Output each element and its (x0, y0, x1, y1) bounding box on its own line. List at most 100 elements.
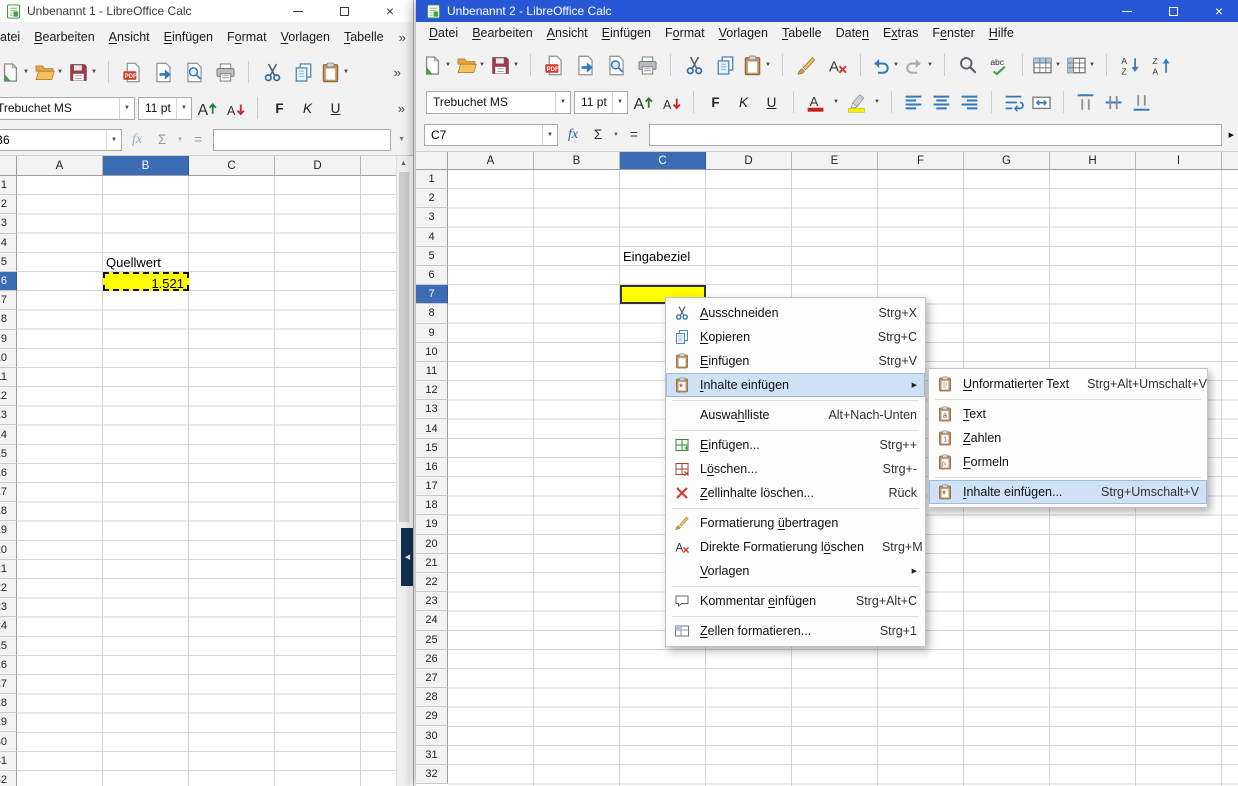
underline-button[interactable]: U (323, 95, 348, 121)
print-preview-button[interactable] (602, 50, 630, 80)
menu-item-loschen[interactable]: Löschen...Strg+- (666, 457, 925, 481)
underline-button[interactable]: U (759, 89, 784, 115)
menu-vorlagen[interactable]: Vorlagen (274, 27, 337, 47)
sort-ascending-button[interactable]: AZ (1116, 50, 1144, 80)
column-header-G[interactable]: G (964, 152, 1050, 170)
grow-font-button[interactable]: A (631, 89, 656, 115)
menu-item-auswahlliste[interactable]: AuswahllisteAlt+Nach-Unten (666, 403, 925, 427)
row-header-17[interactable]: 17 (416, 477, 448, 496)
row-header-2[interactable]: 2 (416, 189, 448, 208)
function-wizard-button[interactable]: fx (563, 127, 583, 143)
row-header-27[interactable]: 27 (416, 669, 448, 688)
menu-hilfe[interactable]: Hilfe (982, 23, 1021, 43)
shrink-font-button[interactable]: A (223, 95, 248, 121)
dropdown-arrow-icon[interactable]: ▼ (891, 62, 901, 68)
chevron-down-icon[interactable]: ▼ (176, 98, 191, 119)
row-header-20[interactable]: 20 (416, 535, 448, 554)
menu-item-einfugen[interactable]: EinfügenStrg+V (666, 349, 925, 373)
row-header-28[interactable]: 28 (416, 688, 448, 707)
row-header-13[interactable]: 13 (416, 400, 448, 419)
minimize-button[interactable] (1104, 0, 1150, 22)
formula-button[interactable]: = (188, 132, 208, 147)
row-header-15[interactable]: 15 (0, 445, 17, 464)
menu-tabelle[interactable]: Tabelle (337, 27, 391, 47)
titlebar-inactive[interactable]: Unbenannt 1 - LibreOffice Calc × (0, 0, 413, 22)
undo-button[interactable]: ▼ (870, 50, 901, 80)
column-header-B[interactable]: B (103, 156, 189, 176)
export-pdf-button[interactable]: PDF (540, 50, 568, 80)
select-all-corner[interactable] (416, 152, 448, 170)
row-header-18[interactable]: 18 (416, 496, 448, 515)
row-header-10[interactable]: 10 (416, 343, 448, 362)
dropdown-arrow-icon[interactable]: ▼ (477, 62, 487, 68)
select-function-button[interactable]: Σ (152, 132, 172, 147)
open-button[interactable]: ▼ (34, 57, 65, 87)
input-line[interactable] (649, 124, 1222, 146)
export-button[interactable] (149, 57, 177, 87)
row-header-11[interactable]: 11 (0, 368, 17, 387)
dropdown-arrow-icon[interactable]: ▼ (55, 69, 65, 75)
row-header-31[interactable]: 31 (0, 752, 17, 771)
redo-button[interactable]: ▼ (904, 50, 935, 80)
row-header-29[interactable]: 29 (416, 707, 448, 726)
font-size-combobox[interactable]: 11 pt ▼ (574, 91, 628, 114)
new-document-button[interactable]: ▼ (422, 50, 453, 80)
menu-item-unformatierter-text[interactable]: Unformatierter TextStrg+Alt+Umschalt+V (929, 372, 1207, 396)
row-header-30[interactable]: 30 (416, 726, 448, 745)
row-header-2[interactable]: 2 (0, 195, 17, 214)
row-header-25[interactable]: 25 (416, 631, 448, 650)
chevron-down-icon[interactable]: ▼ (119, 98, 134, 119)
row-header-9[interactable]: 9 (0, 330, 17, 349)
menu-format[interactable]: Format (658, 23, 712, 43)
menu-item-text[interactable]: aText (929, 402, 1207, 426)
italic-button[interactable]: K (295, 95, 320, 121)
row-header-6[interactable]: 6 (0, 272, 17, 291)
row-header-19[interactable]: 19 (416, 515, 448, 534)
menu-item-direkte-formatierung-loschen[interactable]: ADirekte Formatierung löschenStrg+M (666, 535, 925, 559)
menu-bearbeiten[interactable]: Bearbeiten (27, 27, 101, 47)
print-preview-button[interactable] (180, 57, 208, 87)
shrink-font-button[interactable]: A (659, 89, 684, 115)
menu-ansicht[interactable]: Ansicht (102, 27, 157, 47)
row-header-27[interactable]: 27 (0, 675, 17, 694)
clear-formatting-button[interactable]: A (823, 50, 851, 80)
menubar-overflow-button[interactable]: » (391, 30, 414, 45)
bold-button[interactable]: F (703, 89, 728, 115)
row-header-22[interactable]: 22 (416, 573, 448, 592)
column-header-B[interactable]: B (534, 152, 620, 170)
center-vertically-button[interactable] (1101, 89, 1126, 115)
dropdown-arrow-icon[interactable]: ▼ (89, 69, 99, 75)
row-header-7[interactable]: 7 (0, 291, 17, 310)
dropdown-arrow-icon[interactable]: ▼ (177, 137, 183, 143)
menu-item-kommentar-einfugen[interactable]: Kommentar einfügenStrg+Alt+C (666, 589, 925, 613)
row-header-31[interactable]: 31 (416, 746, 448, 765)
clone-formatting-button[interactable] (792, 50, 820, 80)
save-button[interactable]: ▼ (490, 50, 521, 80)
row-header-8[interactable]: 8 (416, 304, 448, 323)
row-header-25[interactable]: 25 (0, 637, 17, 656)
dropdown-arrow-icon[interactable]: ▼ (872, 99, 882, 105)
row-header-24[interactable]: 24 (0, 617, 17, 636)
grow-font-button[interactable]: A (195, 95, 220, 121)
menu-item-zellinhalte-loschen[interactable]: Zellinhalte löschen...Rück (666, 481, 925, 505)
row-header-3[interactable]: 3 (416, 208, 448, 227)
row-header-10[interactable]: 10 (0, 349, 17, 368)
name-box[interactable]: C7 ▼ (424, 124, 558, 146)
font-size-combobox[interactable]: 11 pt ▼ (138, 97, 192, 120)
row-header-6[interactable]: 6 (416, 266, 448, 285)
insert-rows-button[interactable]: ▼ (1032, 50, 1063, 80)
open-button[interactable]: ▼ (456, 50, 487, 80)
row-header-21[interactable]: 21 (0, 560, 17, 579)
merge-cells-button[interactable] (1029, 89, 1054, 115)
menu-item-vorlagen[interactable]: Vorlagen▶ (666, 559, 925, 583)
row-header-29[interactable]: 29 (0, 713, 17, 732)
row-header-19[interactable]: 19 (0, 521, 17, 540)
menu-daten[interactable]: Daten (829, 23, 876, 43)
select-all-corner[interactable] (0, 156, 17, 176)
cell-grid[interactable]: Quellwert1.521 (17, 176, 396, 786)
chevron-down-icon[interactable]: ▼ (612, 92, 627, 113)
insert-columns-button[interactable]: ▼ (1066, 50, 1097, 80)
menu-datei[interactable]: Datei (422, 23, 465, 43)
column-header-H[interactable]: H (1050, 152, 1136, 170)
row-header-4[interactable]: 4 (0, 234, 17, 253)
